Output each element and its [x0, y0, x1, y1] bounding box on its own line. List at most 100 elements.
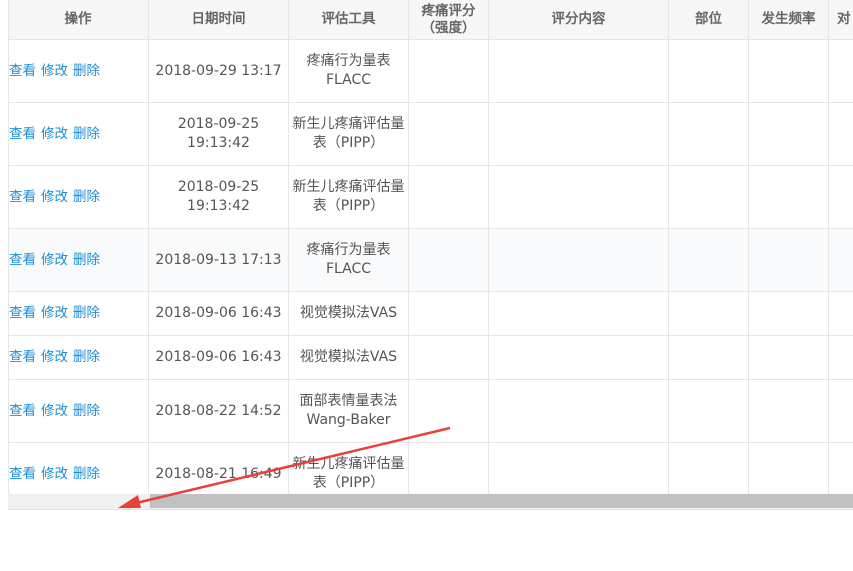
edit-link[interactable]: 修改	[41, 188, 68, 207]
delete-link[interactable]: 删除	[73, 402, 100, 421]
row-pain-score	[409, 229, 489, 292]
row-site	[669, 229, 749, 292]
row-partial-column	[829, 103, 853, 166]
view-link[interactable]: 查看	[9, 62, 36, 81]
header-site: 部位	[669, 0, 749, 40]
row-pain-score	[409, 166, 489, 229]
row-partial-column	[829, 229, 853, 292]
header-datetime: 日期时间	[149, 0, 289, 40]
row-pain-score	[409, 380, 489, 443]
row-assessment-tool: 新生儿疼痛评估量 表（PIPP）	[289, 166, 409, 229]
tool-name-line2: 表（PIPP）	[312, 198, 385, 214]
row-actions: 查看 修改 删除	[8, 166, 149, 229]
tool-name-line2: FLACC	[325, 72, 372, 88]
tool-name-line1: 新生儿疼痛评估量	[292, 179, 405, 195]
delete-link[interactable]: 删除	[73, 465, 100, 484]
row-partial-column	[829, 166, 853, 229]
row-datetime: 2018-09-25 19:13:42	[149, 103, 289, 166]
row-site	[669, 166, 749, 229]
row-actions: 查看 修改 删除	[8, 336, 149, 380]
row-pain-score	[409, 336, 489, 380]
row-actions: 查看 修改 删除	[8, 292, 149, 336]
row-assessment-tool: 面部表情量表法 Wang-Baker	[289, 380, 409, 443]
edit-link[interactable]: 修改	[41, 125, 68, 144]
row-assessment-tool: 新生儿疼痛评估量 表（PIPP）	[289, 103, 409, 166]
row-frequency	[749, 336, 829, 380]
horizontal-scrollbar-thumb[interactable]	[150, 494, 853, 508]
tool-name-line1: 视觉模拟法VAS	[299, 349, 398, 365]
delete-link[interactable]: 删除	[73, 62, 100, 81]
edit-link[interactable]: 修改	[41, 402, 68, 421]
delete-link[interactable]: 删除	[73, 348, 100, 367]
row-datetime: 2018-09-06 16:43	[149, 336, 289, 380]
row-datetime: 2018-09-13 17:13	[149, 229, 289, 292]
row-actions: 查看 修改 删除	[8, 380, 149, 443]
tool-name-line1: 面部表情量表法	[299, 393, 398, 409]
row-datetime: 2018-09-06 16:43	[149, 292, 289, 336]
row-frequency	[749, 103, 829, 166]
row-datetime: 2018-09-25 19:13:42	[149, 166, 289, 229]
row-score-content	[489, 336, 669, 380]
row-site	[669, 103, 749, 166]
row-pain-score	[409, 292, 489, 336]
row-site	[669, 336, 749, 380]
tool-name-line1: 新生儿疼痛评估量	[292, 116, 405, 132]
view-link[interactable]: 查看	[9, 465, 36, 484]
edit-link[interactable]: 修改	[41, 304, 68, 323]
row-assessment-tool: 视觉模拟法VAS	[289, 292, 409, 336]
view-link[interactable]: 查看	[9, 348, 36, 367]
edit-link[interactable]: 修改	[41, 465, 68, 484]
row-pain-score	[409, 40, 489, 103]
delete-link[interactable]: 删除	[73, 188, 100, 207]
header-pain-score-line2: （强度）	[421, 19, 476, 36]
table-left-border	[8, 0, 9, 510]
row-frequency	[749, 229, 829, 292]
tool-name-line2: 表（PIPP）	[312, 475, 385, 491]
header-partial-column: 对	[829, 0, 853, 40]
row-datetime: 2018-08-22 14:52	[149, 380, 289, 443]
row-actions: 查看 修改 删除	[8, 229, 149, 292]
tool-name-line2: 表（PIPP）	[312, 135, 385, 151]
row-score-content	[489, 166, 669, 229]
table-bottom-border	[8, 509, 853, 510]
edit-link[interactable]: 修改	[41, 348, 68, 367]
row-frequency	[749, 166, 829, 229]
tool-name-line1: 疼痛行为量表	[306, 53, 391, 69]
delete-link[interactable]: 删除	[73, 125, 100, 144]
row-assessment-tool: 疼痛行为量表 FLACC	[289, 229, 409, 292]
tool-name-line1: 疼痛行为量表	[306, 242, 391, 258]
view-link[interactable]: 查看	[9, 188, 36, 207]
header-frequency: 发生频率	[749, 0, 829, 40]
delete-link[interactable]: 删除	[73, 251, 100, 270]
pain-assessment-table: 操作 日期时间 评估工具 疼痛评分 （强度） 评分内容 部位 发生频率 对 查看…	[0, 0, 853, 510]
view-link[interactable]: 查看	[9, 304, 36, 323]
tool-name-line1: 视觉模拟法VAS	[299, 305, 398, 321]
row-frequency	[749, 380, 829, 443]
header-score-content: 评分内容	[489, 0, 669, 40]
row-datetime: 2018-09-29 13:17	[149, 40, 289, 103]
row-frequency	[749, 292, 829, 336]
row-site	[669, 40, 749, 103]
tool-name-line2: Wang-Baker	[306, 412, 391, 428]
row-score-content	[489, 380, 669, 443]
header-pain-score-line1: 疼痛评分	[421, 2, 476, 19]
tool-name-line2: FLACC	[325, 261, 372, 277]
row-score-content	[489, 40, 669, 103]
edit-link[interactable]: 修改	[41, 251, 68, 270]
view-link[interactable]: 查看	[9, 251, 36, 270]
row-pain-score	[409, 103, 489, 166]
row-score-content	[489, 292, 669, 336]
table-grid: 操作 日期时间 评估工具 疼痛评分 （强度） 评分内容 部位 发生频率 对 查看…	[8, 0, 853, 506]
header-operations: 操作	[8, 0, 149, 40]
view-link[interactable]: 查看	[9, 125, 36, 144]
header-assessment-tool: 评估工具	[289, 0, 409, 40]
edit-link[interactable]: 修改	[41, 62, 68, 81]
row-partial-column	[829, 336, 853, 380]
row-partial-column	[829, 292, 853, 336]
row-assessment-tool: 视觉模拟法VAS	[289, 336, 409, 380]
view-link[interactable]: 查看	[9, 402, 36, 421]
row-actions: 查看 修改 删除	[8, 40, 149, 103]
delete-link[interactable]: 删除	[73, 304, 100, 323]
header-pain-score: 疼痛评分 （强度）	[409, 0, 489, 40]
row-score-content	[489, 103, 669, 166]
